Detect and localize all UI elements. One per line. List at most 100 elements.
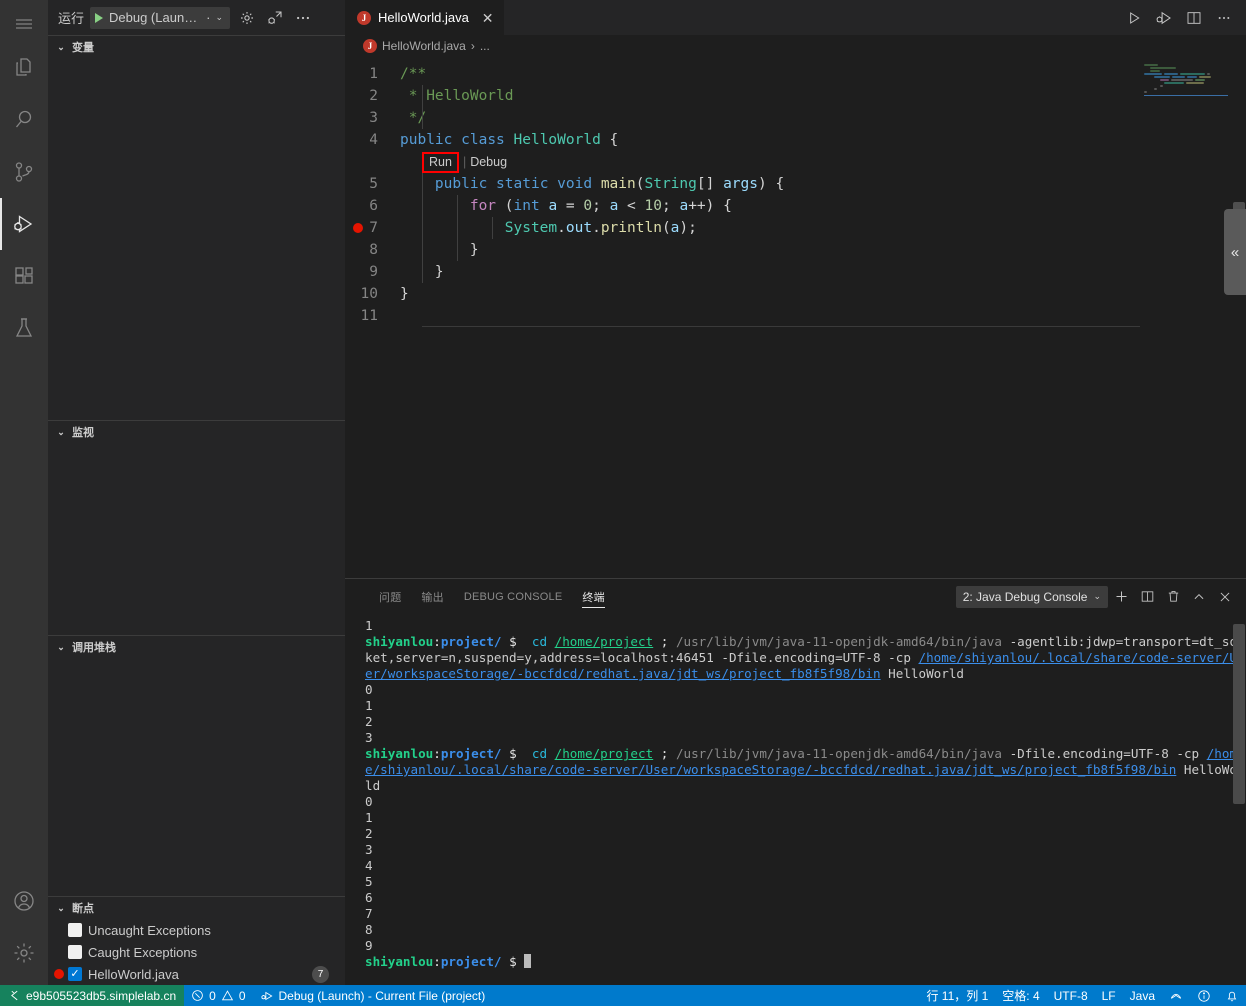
code-line[interactable]: 10}: [345, 283, 1246, 305]
variables-pane-header[interactable]: ⌄ 变量: [48, 36, 345, 58]
split-editor-icon[interactable]: [1180, 0, 1208, 35]
callstack-pane-header[interactable]: ⌄ 调用堆栈: [48, 636, 345, 658]
code-token: ;: [662, 198, 679, 214]
debug-toolbar: 运行 Debug (Launch) · ⌄: [48, 0, 345, 35]
debug-console-icon[interactable]: [264, 7, 286, 29]
terminal-scrollbar[interactable]: [1232, 614, 1246, 985]
variables-pane-body: [48, 58, 345, 420]
feedback-smiley-icon[interactable]: [1162, 985, 1190, 1006]
eol-status[interactable]: LF: [1095, 985, 1123, 1006]
extensions-icon[interactable]: [0, 250, 48, 302]
run-and-debug-icon[interactable]: [0, 198, 48, 250]
problems-status[interactable]: 0 0: [184, 985, 252, 1006]
code-line[interactable]: 6 for (int a = 0; a < 10; a++) {: [345, 195, 1246, 217]
breakpoint-row[interactable]: HelloWorld.java7: [48, 963, 345, 985]
code-line[interactable]: 5 public static void main(String[] args)…: [345, 173, 1246, 195]
terminal-scrollbar-thumb[interactable]: [1233, 624, 1245, 804]
codelens-debug-link[interactable]: Debug: [470, 155, 507, 169]
breakpoint-checkbox[interactable]: [68, 967, 82, 981]
editor-bottom-rule: [422, 326, 1151, 327]
terminal-java-args: -Dfile.encoding=UTF-8 -cp: [1010, 746, 1207, 761]
code-line[interactable]: 2 * HelloWorld: [345, 85, 1246, 107]
codelens-run-link[interactable]: Run: [422, 152, 459, 173]
breakpoint-checkbox[interactable]: [68, 945, 82, 959]
more-actions-icon[interactable]: [292, 7, 314, 29]
terminal-line: 3: [365, 730, 1246, 746]
code-line[interactable]: 4public class HelloWorld {: [345, 129, 1246, 151]
indent-guide: [422, 85, 423, 107]
tab-helloworld-java[interactable]: J HelloWorld.java ✕: [345, 0, 505, 35]
search-icon[interactable]: [0, 94, 48, 146]
info-icon[interactable]: [1190, 985, 1218, 1006]
panel-tab[interactable]: 输出: [411, 579, 453, 614]
codelens-separator: |: [459, 155, 470, 169]
close-icon[interactable]: ✕: [482, 11, 494, 25]
breakpoint-row[interactable]: Caught Exceptions: [48, 941, 345, 963]
watch-pane-header[interactable]: ⌄ 监视: [48, 421, 345, 443]
panel-tab[interactable]: 问题: [369, 579, 411, 614]
code-token: (: [662, 220, 671, 236]
open-launch-json-gear-icon[interactable]: [236, 7, 258, 29]
remote-indicator[interactable]: e9b505523db5.simplelab.cn: [0, 985, 184, 1006]
debug-config-dropdown[interactable]: Debug (Launch) · ⌄: [90, 7, 230, 29]
settings-gear-icon[interactable]: [0, 927, 48, 979]
breadcrumb[interactable]: J HelloWorld.java › ...: [345, 35, 1246, 57]
code-line[interactable]: 1/**: [345, 63, 1246, 85]
terminal-java-path: /usr/lib/jvm/java-11-openjdk-amd64/bin/j…: [676, 746, 1010, 761]
code-token: =: [557, 198, 583, 214]
collapse-panel-icon[interactable]: [1186, 579, 1212, 614]
indentation-status[interactable]: 空格: 4: [995, 985, 1046, 1006]
code-line[interactable]: 8 }: [345, 239, 1246, 261]
breadcrumb-file[interactable]: HelloWorld.java: [382, 39, 466, 53]
more-actions-icon[interactable]: [1210, 0, 1238, 35]
notifications-bell-icon[interactable]: [1218, 985, 1246, 1006]
account-icon[interactable]: [0, 875, 48, 927]
terminal-selector-dropdown[interactable]: 2: Java Debug Console ⌄: [956, 586, 1108, 608]
breakpoint-row[interactable]: Uncaught Exceptions: [48, 919, 345, 941]
warning-count: 0: [239, 989, 246, 1003]
kill-terminal-icon[interactable]: [1160, 579, 1186, 614]
menu-icon[interactable]: [0, 6, 48, 42]
debug-java-icon[interactable]: [1150, 0, 1178, 35]
breakpoint-checkbox[interactable]: [68, 923, 82, 937]
code-token: a: [679, 198, 688, 214]
code-line[interactable]: 9 }: [345, 261, 1246, 283]
breakpoint-label: HelloWorld.java: [88, 967, 179, 982]
code-line[interactable]: 3 */: [345, 107, 1246, 129]
code-line[interactable]: 11: [345, 305, 1246, 327]
code-token: * HelloWorld: [400, 88, 514, 104]
code-token: );: [679, 220, 696, 236]
split-terminal-icon[interactable]: [1134, 579, 1160, 614]
encoding-status[interactable]: UTF-8: [1047, 985, 1095, 1006]
code-text: }: [400, 242, 479, 258]
breakpoints-pane-header[interactable]: ⌄ 断点: [48, 897, 345, 919]
code-token: }: [400, 286, 409, 302]
terminal-cwd: project/: [441, 954, 502, 969]
line-number: 4: [345, 132, 400, 148]
collapse-sidebar-sash[interactable]: «: [1224, 209, 1246, 295]
panel-tab[interactable]: 终端: [572, 579, 614, 614]
variables-pane: ⌄ 变量: [48, 35, 345, 420]
breakpoint-marker-icon[interactable]: [353, 223, 363, 233]
line-number: 10: [345, 286, 400, 302]
line-number: 3: [345, 110, 400, 126]
language-mode-status[interactable]: Java: [1123, 985, 1162, 1006]
code-line[interactable]: 7 System.out.println(a);: [345, 217, 1246, 239]
cursor-position[interactable]: 行 11，列 1: [919, 985, 995, 1006]
breadcrumb-rest[interactable]: ...: [480, 39, 490, 53]
terminal-line: 1: [365, 698, 1246, 714]
panel-tab[interactable]: DEBUG CONSOLE: [454, 579, 573, 614]
source-control-icon[interactable]: [0, 146, 48, 198]
terminal-output[interactable]: 1shiyanlou:project/ $ cd /home/project ;…: [345, 614, 1246, 985]
debug-config-label: Debug (Launch) - Current File (project): [279, 989, 486, 1003]
code-token: main: [601, 176, 636, 192]
explorer-icon[interactable]: [0, 42, 48, 94]
terminal-output-value: 0: [365, 682, 373, 697]
close-panel-icon[interactable]: [1212, 579, 1238, 614]
debug-config-suffix: ·: [206, 10, 210, 25]
run-java-icon[interactable]: [1120, 0, 1148, 35]
new-terminal-icon[interactable]: [1108, 579, 1134, 614]
terminal-dollar: $: [502, 954, 525, 969]
debug-config-status[interactable]: Debug (Launch) - Current File (project): [253, 985, 493, 1006]
testing-icon[interactable]: [0, 302, 48, 354]
